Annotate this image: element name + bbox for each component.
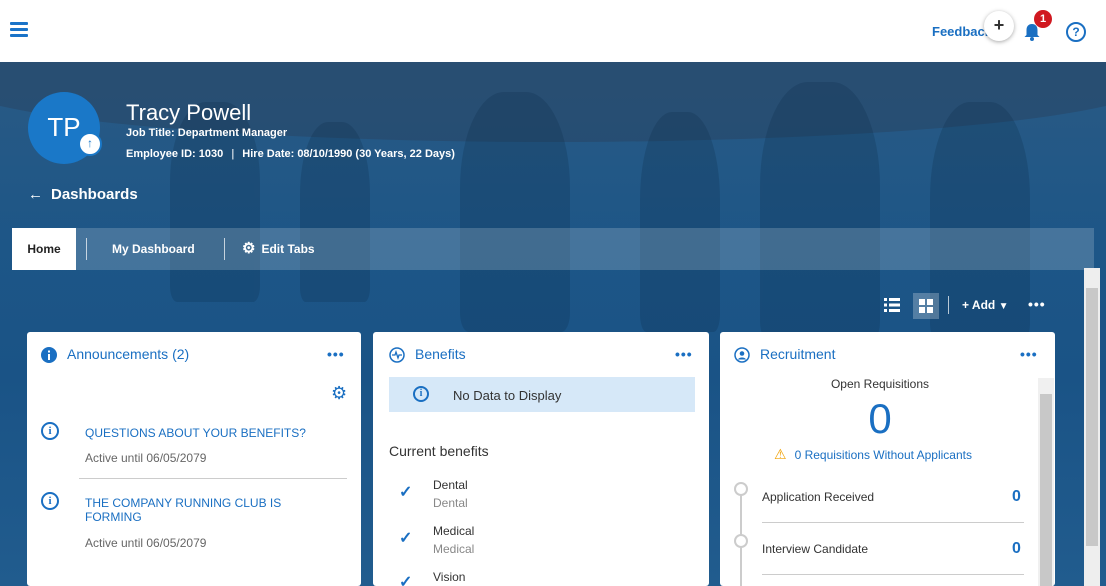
help-icon[interactable]: ? [1066, 22, 1086, 42]
back-to-dashboards[interactable]: ← Dashboards [28, 186, 138, 203]
warning-text: 0 Requisitions Without Applicants [794, 448, 972, 462]
current-benefits-heading: Current benefits [389, 443, 489, 459]
benefit-type: Dental [433, 496, 468, 510]
warning-icon: ⚠ [774, 446, 787, 462]
upload-icon[interactable]: ↑ [78, 132, 102, 156]
chevron-down-icon: ▼ [998, 301, 1009, 312]
list-view-icon[interactable] [884, 297, 900, 313]
tab-divider [86, 238, 87, 260]
stage-count[interactable]: 0 [1012, 488, 1021, 506]
open-requisitions-heading: Open Requisitions [830, 377, 930, 391]
feedback-link[interactable]: Feedback [932, 24, 988, 39]
check-icon: ✓ [399, 574, 413, 586]
heartbeat-icon [389, 347, 405, 363]
divider [762, 522, 1024, 523]
top-bar: Feedback + 1 ? [0, 0, 1106, 62]
tab-edit-tabs[interactable]: ⚙ Edit Tabs [242, 228, 315, 270]
no-data-banner: i No Data to Display [389, 377, 695, 412]
check-icon: ✓ [399, 530, 413, 547]
dashboard-banner: TP ↑ Tracy Powell Job Title: Department … [0, 62, 1106, 586]
card-scrollbar[interactable] [1038, 378, 1054, 586]
announcement-expiry: Active until 06/05/2079 [85, 451, 207, 465]
edit-tabs-label: Edit Tabs [261, 242, 315, 256]
announcement-expiry: Active until 06/05/2079 [85, 536, 207, 550]
info-icon [41, 347, 57, 363]
benefits-title[interactable]: Benefits [415, 346, 466, 362]
scrollbar-thumb[interactable] [1040, 394, 1052, 586]
employee-id: Employee ID: 1030 [126, 148, 224, 160]
info-icon: i [41, 492, 59, 510]
toolbar-divider [948, 296, 949, 314]
requisitions-warning[interactable]: ⚠ 0 Requisitions Without Applicants [774, 446, 972, 463]
hamburger-icon[interactable] [10, 22, 28, 38]
quick-add-button[interactable]: + [984, 11, 1014, 41]
dashboard-more-button[interactable]: ••• [1028, 296, 1046, 312]
stage-dot [734, 534, 748, 548]
grid-view-icon[interactable] [913, 293, 939, 319]
employee-details: Employee ID: 1030 | Hire Date: 08/10/1990 … [126, 148, 455, 160]
announcement-link[interactable]: QUESTIONS ABOUT YOUR BENEFITS? [85, 426, 325, 440]
tab-bar: Home My Dashboard ⚙ Edit Tabs [12, 228, 1094, 270]
person-search-icon [734, 347, 750, 363]
divider [79, 478, 347, 479]
benefit-name: Dental [433, 478, 468, 492]
job-title: Job Title: Department Manager [126, 127, 288, 139]
tab-home[interactable]: Home [12, 228, 76, 270]
announcements-card: Announcements (2) ••• ⚙ i QUESTIONS ABOU… [27, 332, 361, 586]
no-data-text: No Data to Display [453, 388, 562, 403]
stage-dot [734, 482, 748, 496]
employee-name: Tracy Powell [126, 100, 252, 125]
check-icon: ✓ [399, 484, 413, 501]
stage-count[interactable]: 0 [1012, 540, 1021, 558]
info-icon: i [413, 386, 429, 402]
recruitment-card: Recruitment ••• Open Requisitions 0 ⚠ 0 R… [720, 332, 1055, 586]
scrollbar-thumb[interactable] [1086, 288, 1098, 546]
recruitment-more-button[interactable]: ••• [1020, 346, 1038, 362]
notification-badge: 1 [1034, 10, 1052, 28]
benefits-more-button[interactable]: ••• [675, 346, 693, 362]
gear-icon[interactable]: ⚙ [331, 384, 349, 402]
benefit-type: Medical [433, 542, 475, 556]
info-icon: i [41, 422, 59, 440]
recruitment-title[interactable]: Recruitment [760, 346, 835, 362]
gear-icon: ⚙ [242, 240, 256, 257]
tab-divider [224, 238, 225, 260]
page-scrollbar[interactable] [1084, 268, 1100, 586]
stage-label: Application Received [762, 490, 875, 504]
benefit-name: Vision [433, 570, 466, 584]
hire-date: Hire Date: 08/10/1990 (30 Years, 22 Days… [242, 148, 455, 160]
announcements-more-button[interactable]: ••• [327, 346, 345, 362]
benefits-card: Benefits ••• i No Data to Display Curren… [373, 332, 709, 586]
arrow-left-icon: ← [28, 186, 43, 203]
add-widget-button[interactable]: + Add ▼ [962, 298, 1008, 312]
open-requisitions-count[interactable]: 0 [720, 396, 1040, 442]
divider [762, 574, 1024, 575]
tab-my-dashboard[interactable]: My Dashboard [112, 228, 195, 270]
benefit-name: Medical [433, 524, 475, 538]
back-label: Dashboards [51, 186, 138, 203]
stage-label: Interview Candidate [762, 542, 869, 556]
announcements-title[interactable]: Announcements (2) [67, 346, 189, 362]
add-widget-label: + Add [962, 298, 996, 312]
announcement-link[interactable]: THE COMPANY RUNNING CLUB IS FORMING [85, 496, 325, 524]
